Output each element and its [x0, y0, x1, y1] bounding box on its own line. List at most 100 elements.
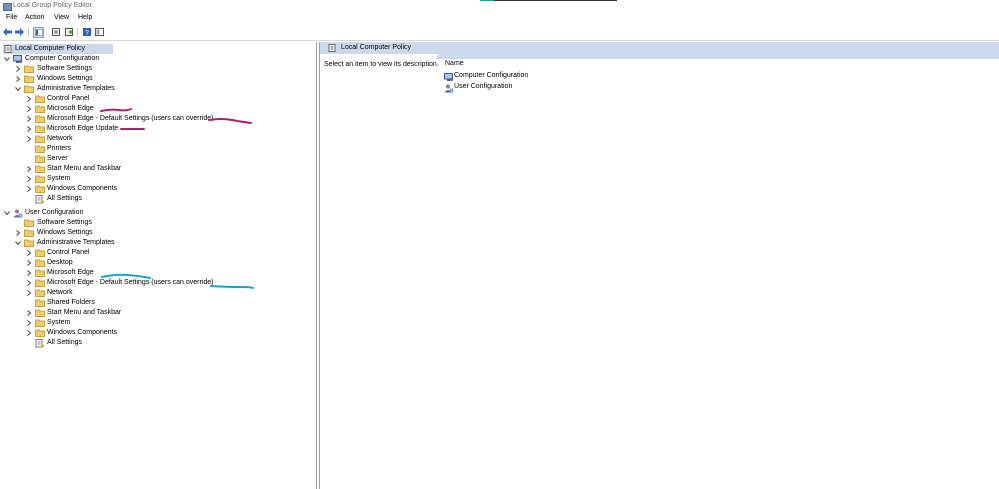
folder-icon — [35, 259, 45, 267]
console-tree[interactable]: Local Computer Policy Computer Configura… — [0, 42, 317, 489]
tree-item-windows-settings[interactable]: Windows Settings — [15, 228, 215, 238]
tree-label: Software Settings — [37, 65, 92, 72]
chevron-right-icon[interactable] — [26, 126, 32, 132]
tree-item-local-computer-policy[interactable]: Local Computer Policy — [4, 44, 124, 54]
user-config-icon — [13, 209, 23, 218]
tree-label: Microsoft Edge — [47, 269, 94, 276]
list-item-label: Computer Configuration — [454, 72, 529, 79]
folder-icon — [35, 249, 45, 257]
chevron-right-icon[interactable] — [26, 310, 32, 316]
tree-item-start-menu-and-taskbar[interactable]: Start Menu and Taskbar — [26, 308, 286, 318]
toolbar: ? — [0, 25, 999, 41]
tree-item-system[interactable]: System — [26, 318, 286, 328]
annotation-underline-blue — [210, 285, 254, 289]
export-list-icon[interactable] — [64, 27, 73, 36]
help-icon[interactable]: ? — [82, 27, 91, 36]
tree-label: All Settings — [47, 195, 83, 202]
tree-item-administrative-templates[interactable]: Administrative Templates — [15, 84, 215, 94]
tree-label: System — [47, 175, 71, 182]
title-bar: Local Group Policy Editor — [0, 0, 999, 13]
chevron-right-icon[interactable] — [15, 76, 21, 82]
tree-label: Microsoft Edge — [47, 105, 94, 112]
chevron-right-icon[interactable] — [26, 280, 32, 286]
tree-label: Network — [47, 289, 73, 296]
tree-label: User Configuration — [25, 209, 84, 216]
tree-item-software-settings[interactable]: Software Settings — [15, 218, 215, 228]
tree-label: Start Menu and Taskbar — [47, 165, 122, 172]
chevron-right-icon[interactable] — [26, 186, 32, 192]
tree-item-network[interactable]: Network — [26, 134, 286, 144]
tree-label: Desktop — [47, 259, 73, 266]
computer-config-icon — [444, 73, 454, 82]
column-header-name[interactable]: Name — [445, 60, 464, 67]
chevron-right-icon[interactable] — [26, 250, 32, 256]
chevron-right-icon[interactable] — [26, 330, 32, 336]
menu-view[interactable]: View — [54, 14, 69, 21]
folder-icon — [24, 85, 34, 93]
tree-item-all-settings[interactable]: All Settings — [26, 194, 286, 204]
chevron-right-icon[interactable] — [26, 260, 32, 266]
policy-document-icon — [328, 44, 336, 52]
tree-item-computer-configuration[interactable]: Computer Configuration — [4, 54, 204, 64]
tree-label: Windows Settings — [37, 229, 93, 236]
chevron-right-icon[interactable] — [15, 230, 21, 236]
tree-label: Control Panel — [47, 249, 90, 256]
chevron-right-icon[interactable] — [26, 136, 32, 142]
tree-item-desktop[interactable]: Desktop — [26, 258, 286, 268]
chevron-right-icon[interactable] — [26, 270, 32, 276]
chevron-down-icon[interactable] — [4, 210, 10, 216]
list-item-computer-configuration[interactable]: Computer Configuration — [444, 72, 564, 82]
extended-view-icon[interactable] — [95, 27, 104, 36]
details-header-title: Local Computer Policy — [341, 44, 412, 51]
user-config-icon — [444, 84, 454, 93]
menu-help[interactable]: Help — [78, 14, 92, 21]
tree-item-server[interactable]: Server — [26, 154, 286, 164]
tree-item-all-settings[interactable]: All Settings — [26, 338, 286, 348]
menu-file[interactable]: File — [6, 14, 17, 21]
tree-label: Administrative Templates — [37, 85, 115, 92]
tree-label: All Settings — [47, 339, 83, 346]
chevron-down-icon[interactable] — [15, 86, 21, 92]
tree-item-shared-folders[interactable]: Shared Folders — [26, 298, 286, 308]
show-hide-console-tree-icon[interactable] — [33, 27, 44, 38]
description-text: Select an item to view its description. — [324, 61, 439, 68]
tree-label: Microsoft Edge Update — [47, 125, 119, 132]
chevron-right-icon[interactable] — [26, 320, 32, 326]
tree-item-control-panel[interactable]: Control Panel — [26, 248, 286, 258]
tree-item-windows-components[interactable]: Windows Components — [26, 184, 286, 194]
folder-icon — [35, 145, 45, 153]
menu-action[interactable]: Action — [25, 14, 44, 21]
chevron-right-icon[interactable] — [26, 166, 32, 172]
tree-item-printers[interactable]: Printers — [26, 144, 286, 154]
tree-item-windows-components[interactable]: Windows Components — [26, 328, 286, 338]
folder-icon — [24, 75, 34, 83]
tree-item-system[interactable]: System — [26, 174, 286, 184]
properties-icon[interactable] — [51, 27, 60, 36]
tree-item-microsoft-edge[interactable]: Microsoft Edge — [26, 268, 286, 278]
chevron-down-icon[interactable] — [15, 240, 21, 246]
folder-icon — [24, 239, 34, 247]
tree-item-microsoft-edge[interactable]: Microsoft Edge — [26, 104, 286, 114]
chevron-right-icon[interactable] — [15, 66, 21, 72]
chevron-right-icon[interactable] — [26, 96, 32, 102]
annotation-underline-magenta — [100, 108, 132, 112]
back-arrow-icon[interactable] — [3, 27, 12, 36]
chevron-right-icon[interactable] — [26, 106, 32, 112]
svg-text:?: ? — [85, 30, 89, 36]
list-item-user-configuration[interactable]: User Configuration — [444, 83, 564, 93]
tree-item-user-configuration[interactable]: User Configuration — [4, 208, 204, 218]
policy-document-icon — [4, 45, 12, 53]
tree-item-start-menu-and-taskbar[interactable]: Start Menu and Taskbar — [26, 164, 286, 174]
tree-item-administrative-templates[interactable]: Administrative Templates — [15, 238, 215, 248]
forward-arrow-icon[interactable] — [15, 27, 24, 36]
tree-label: Windows Components — [47, 185, 118, 192]
all-settings-icon — [35, 195, 44, 204]
tree-item-control-panel[interactable]: Control Panel — [26, 94, 286, 104]
tree-item-windows-settings[interactable]: Windows Settings — [15, 74, 215, 84]
chevron-right-icon[interactable] — [26, 176, 32, 182]
chevron-right-icon[interactable] — [26, 116, 32, 122]
chevron-down-icon[interactable] — [4, 56, 10, 62]
chevron-right-icon[interactable] — [26, 290, 32, 296]
tree-item-software-settings[interactable]: Software Settings — [15, 64, 215, 74]
list-item-label: User Configuration — [454, 83, 513, 90]
